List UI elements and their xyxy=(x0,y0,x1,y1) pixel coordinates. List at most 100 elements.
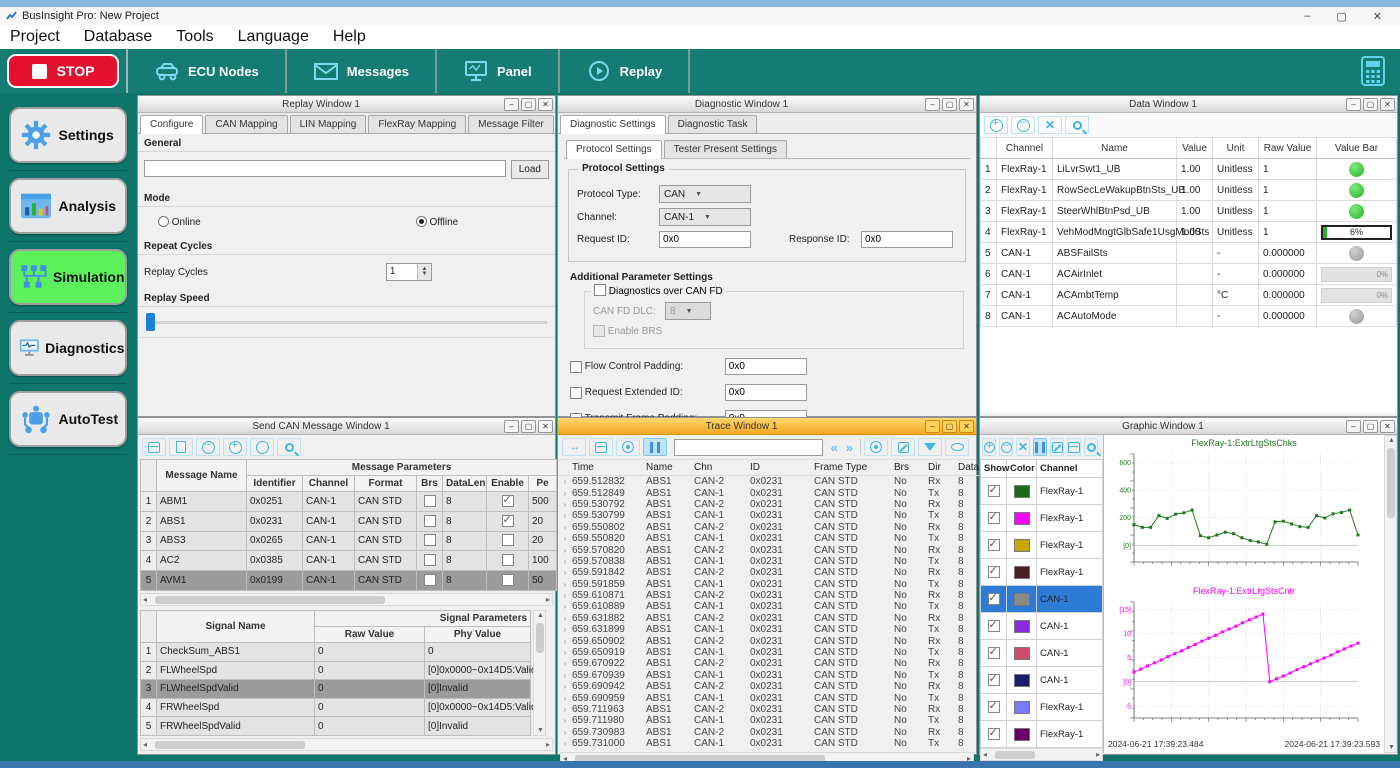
search-icon[interactable] xyxy=(277,438,301,456)
maximize-icon[interactable]: ▢ xyxy=(521,98,536,111)
filter-icon[interactable] xyxy=(918,438,942,456)
minimize-icon[interactable]: – xyxy=(1346,98,1361,111)
col-color[interactable]: Color xyxy=(1007,460,1037,478)
menu-database[interactable]: Database xyxy=(84,28,153,46)
color-swatch[interactable] xyxy=(1014,728,1030,741)
signal-row[interactable]: 5FRWheelSpdValid0[0]Invalid xyxy=(141,717,531,736)
subtab-protocol-settings[interactable]: Protocol Settings xyxy=(566,140,662,159)
edit-icon[interactable] xyxy=(891,438,915,456)
legend-row[interactable]: CAN-1 xyxy=(981,640,1103,667)
tab-configure[interactable]: Configure xyxy=(140,115,203,134)
sidebar-item-diagnostics[interactable]: Diagnostics xyxy=(9,320,127,376)
message-row[interactable]: 1ABM10x0251CAN-1CAN STD8500 xyxy=(141,492,557,512)
calculator-button[interactable] xyxy=(1360,49,1400,93)
tab-flexray-mapping[interactable]: FlexRay Mapping xyxy=(368,115,466,133)
tab-diagnostic-task[interactable]: Diagnostic Task xyxy=(668,115,758,133)
data-row[interactable]: 4FlexRay-1VehModMngtGlbSafe1UsgModSts1.0… xyxy=(981,222,1397,243)
color-swatch[interactable] xyxy=(1014,647,1030,660)
col-value[interactable]: Value xyxy=(1177,138,1213,159)
trace-row[interactable]: ›659.530792ABS1CAN-20x0231CAN STDNoRx8 xyxy=(558,499,986,510)
trace-row[interactable]: ›659.591859ABS1CAN-10x0231CAN STDNoTx8 xyxy=(558,579,986,590)
trace-row[interactable]: ›659.570820ABS1CAN-20x0231CAN STDNoRx8 xyxy=(558,544,986,555)
checkbox-icon[interactable] xyxy=(988,728,1000,740)
pan-icon[interactable] xyxy=(1033,438,1047,456)
add-signal-icon[interactable] xyxy=(982,438,996,456)
expand-icon[interactable]: › xyxy=(558,488,572,499)
col-phy-value[interactable]: Phy Value xyxy=(425,627,531,643)
legend-row[interactable]: CAN-1 xyxy=(981,667,1103,694)
data-row[interactable]: 8CAN-1ACAutoMode-0.000000 xyxy=(981,306,1397,327)
protocol-type-select[interactable]: CAN▼ xyxy=(659,185,751,203)
trace-row[interactable]: ›659.730983ABS1CAN-20x0231CAN STDNoRx8 xyxy=(558,727,986,738)
minimize-icon[interactable]: – xyxy=(1346,420,1361,433)
message-row[interactable]: 2ABS10x0231CAN-1CAN STD820 xyxy=(141,511,557,531)
col-chn[interactable]: Chn xyxy=(694,462,750,473)
signal-table-vscrollbar[interactable]: ▲▼ xyxy=(533,610,546,736)
sidebar-item-autotest[interactable]: AutoTest xyxy=(9,391,127,447)
canfd-checkbox[interactable]: Diagnostics over CAN FD xyxy=(591,284,726,297)
cursor-icon[interactable] xyxy=(1050,438,1064,456)
remove-signal-icon[interactable] xyxy=(999,438,1013,456)
trace-row[interactable]: ›659.711963ABS1CAN-20x0231CAN STDNoRx8 xyxy=(558,704,986,715)
col-enable[interactable]: Enable xyxy=(487,476,529,492)
trace-search-input[interactable] xyxy=(674,439,823,456)
tab-lin-mapping[interactable]: LIN Mapping xyxy=(290,115,367,133)
trace-row[interactable]: ›659.610889ABS1CAN-10x0231CAN STDNoTx8 xyxy=(558,601,986,612)
sidebar-item-simulation[interactable]: Simulation xyxy=(9,249,127,305)
replay-file-input[interactable] xyxy=(144,160,506,177)
expand-icon[interactable]: › xyxy=(558,647,572,658)
col-channel[interactable]: Channel xyxy=(1037,460,1103,478)
flow-control-padding-input[interactable] xyxy=(725,358,807,375)
autoscroll-icon[interactable] xyxy=(864,438,888,456)
maximize-icon[interactable]: ▢ xyxy=(1336,10,1346,23)
trace-row[interactable]: ›659.731000ABS1CAN-10x0231CAN STDNoTx8 xyxy=(558,738,986,749)
message-row[interactable]: 5AVM10x0199CAN-1CAN STD850 xyxy=(141,571,557,591)
expand-icon[interactable]: › xyxy=(558,499,572,510)
trace-row[interactable]: ›659.690942ABS1CAN-20x0231CAN STDNoRx8 xyxy=(558,681,986,692)
signal-row[interactable]: 2FLWheelSpd0[0]0x0000~0x14D5:Valid xyxy=(141,661,531,680)
maximize-icon[interactable]: ▢ xyxy=(521,420,536,433)
trace-row[interactable]: ›659.690959ABS1CAN-10x0231CAN STDNoTx8 xyxy=(558,692,986,703)
add-signal-icon[interactable] xyxy=(984,116,1008,134)
checkbox-icon[interactable] xyxy=(424,574,436,586)
col-raw-value[interactable]: Raw Value xyxy=(315,627,425,643)
checkbox-icon[interactable] xyxy=(988,512,1000,524)
menu-help[interactable]: Help xyxy=(333,28,366,46)
data-row[interactable]: 6CAN-1ACAirInlet-0.0000000% xyxy=(981,264,1397,285)
legend-hscrollbar[interactable]: ◂▸ xyxy=(980,748,1103,761)
message-row[interactable]: 4AC20x0385CAN-1CAN STD8100 xyxy=(141,551,557,571)
expand-icon[interactable]: › xyxy=(558,533,572,544)
stepper-arrows-icon[interactable]: ▲▼ xyxy=(417,264,431,280)
trace-row[interactable]: ›659.650902ABS1CAN-20x0231CAN STDNoRx8 xyxy=(558,635,986,646)
expand-icon[interactable]: › xyxy=(558,636,572,647)
checkbox-icon[interactable] xyxy=(988,593,1000,605)
channel-select[interactable]: CAN-1▼ xyxy=(659,208,751,226)
request-id-input[interactable] xyxy=(659,231,751,248)
expand-icon[interactable]: › xyxy=(558,476,572,487)
expand-icon[interactable]: › xyxy=(558,579,572,590)
col-identifier[interactable]: Identifier xyxy=(247,476,303,492)
legend-row[interactable]: FlexRay-1 xyxy=(981,694,1103,721)
trace-row[interactable]: ›659.530799ABS1CAN-10x0231CAN STDNoTx8 xyxy=(558,510,986,521)
checkbox-icon[interactable] xyxy=(988,620,1000,632)
trace-row[interactable]: ›659.711980ABS1CAN-10x0231CAN STDNoTx8 xyxy=(558,715,986,726)
legend-row[interactable]: FlexRay-1 xyxy=(981,505,1103,532)
sidebar-item-analysis[interactable]: Analysis xyxy=(9,178,127,234)
chart1-extrltgstschks[interactable]: 600400200[0] xyxy=(1104,448,1366,578)
checkbox-icon[interactable] xyxy=(424,495,436,507)
color-swatch[interactable] xyxy=(1014,593,1030,606)
expand-icon[interactable]: › xyxy=(558,567,572,578)
checkbox-icon[interactable] xyxy=(424,515,436,527)
trace-row[interactable]: ›659.610871ABS1CAN-20x0231CAN STDNoRx8 xyxy=(558,590,986,601)
trace-row[interactable]: ›659.631899ABS1CAN-10x0231CAN STDNoTx8 xyxy=(558,624,986,635)
col-value-bar[interactable]: Value Bar xyxy=(1317,138,1397,159)
menu-tools[interactable]: Tools xyxy=(176,28,213,46)
checkbox-icon[interactable] xyxy=(988,485,1000,497)
minimize-icon[interactable]: – xyxy=(504,98,519,111)
checkbox-icon[interactable] xyxy=(988,674,1000,686)
expand-icon[interactable]: › xyxy=(558,613,572,624)
col-time[interactable]: Time xyxy=(572,462,646,473)
col-name[interactable]: Name xyxy=(646,462,694,473)
replay-speed-slider[interactable] xyxy=(146,313,547,331)
tab-diagnostic-settings[interactable]: Diagnostic Settings xyxy=(560,115,666,134)
